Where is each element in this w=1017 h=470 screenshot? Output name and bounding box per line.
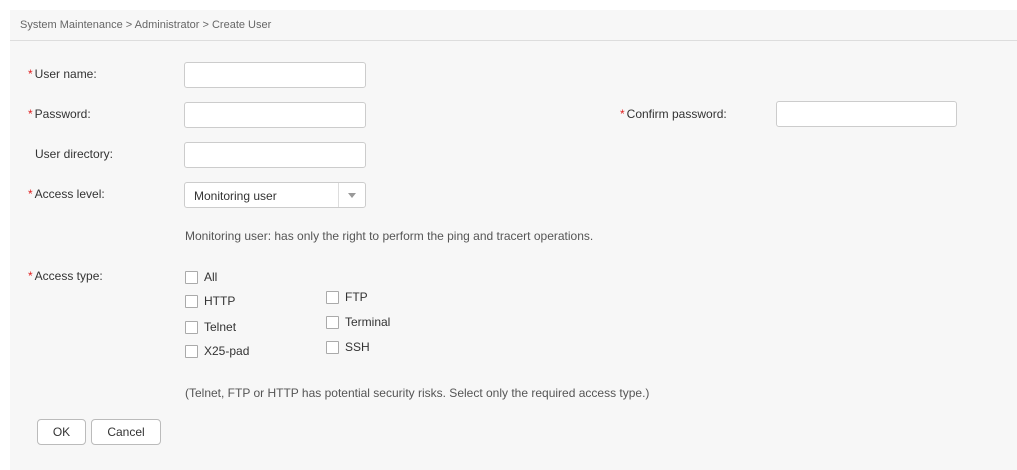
password-label: * Password: (28, 107, 91, 121)
confirm-password-label: * Confirm password: (620, 107, 727, 121)
confirm-password-input[interactable] (776, 101, 957, 127)
checkbox-label: All (204, 270, 218, 284)
breadcrumb: System Maintenance > Administrator > Cre… (20, 19, 272, 31)
checkbox-label: Telnet (204, 320, 237, 334)
checkbox-box[interactable] (185, 320, 198, 334)
create-user-panel: System Maintenance > Administrator > Cre… (10, 10, 1017, 470)
username-input[interactable] (184, 62, 366, 88)
checkbox-label: X25-pad (204, 344, 250, 358)
required-marker: * (28, 187, 33, 201)
checkbox-box[interactable] (326, 340, 339, 354)
checkbox-label: FTP (345, 290, 368, 304)
access-level-label: * Access level: (28, 187, 105, 201)
access-type-x25pad-checkbox[interactable]: X25-pad (185, 344, 249, 358)
ok-button[interactable]: OK (37, 419, 86, 445)
access-level-hint: Monitoring user: has only the right to p… (185, 229, 594, 243)
required-marker: * (620, 107, 625, 121)
checkbox-label: SSH (345, 340, 370, 354)
username-label: * User name: (28, 67, 97, 81)
username-label-text: User name: (34, 67, 97, 81)
access-type-ftp-checkbox[interactable]: FTP (326, 290, 368, 304)
user-directory-input[interactable] (184, 142, 366, 168)
header-divider (10, 40, 1017, 41)
access-level-select[interactable]: Monitoring user (184, 182, 366, 208)
security-note: (Telnet, FTP or HTTP has potential secur… (185, 386, 650, 400)
access-type-terminal-checkbox[interactable]: Terminal (326, 315, 390, 329)
access-type-label-text: Access type: (34, 269, 103, 283)
required-marker: * (28, 107, 33, 121)
checkbox-box[interactable] (185, 270, 198, 284)
access-level-label-text: Access level: (34, 187, 105, 201)
access-level-value: Monitoring user (194, 189, 277, 203)
confirm-password-label-text: Confirm password: (626, 107, 727, 121)
checkbox-box[interactable] (326, 315, 339, 329)
access-type-http-checkbox[interactable]: HTTP (185, 294, 235, 308)
checkbox-label: Terminal (345, 315, 391, 329)
required-marker: * (28, 269, 33, 283)
select-divider (338, 183, 339, 207)
password-label-text: Password: (34, 107, 91, 121)
checkbox-box[interactable] (185, 294, 198, 308)
access-type-label: * Access type: (28, 269, 103, 283)
checkbox-box[interactable] (185, 344, 198, 358)
access-type-telnet-checkbox[interactable]: Telnet (185, 320, 236, 334)
user-directory-label: User directory: (35, 147, 114, 161)
access-type-ssh-checkbox[interactable]: SSH (326, 340, 370, 354)
required-marker: * (28, 67, 33, 81)
chevron-down-icon[interactable] (348, 193, 356, 198)
cancel-button[interactable]: Cancel (91, 419, 161, 445)
password-input[interactable] (184, 102, 366, 128)
checkbox-box[interactable] (326, 290, 339, 304)
access-type-all-checkbox[interactable]: All (185, 270, 217, 284)
checkbox-label: HTTP (204, 294, 236, 308)
